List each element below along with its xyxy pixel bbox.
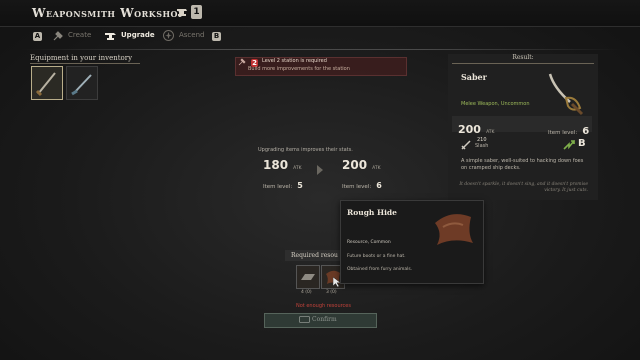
resource-count-hide: 3 (0) <box>326 290 337 295</box>
tooltip-item-name: Rough Hide <box>347 208 397 217</box>
result-item-type: Melee Weapon, Uncommon <box>461 101 530 107</box>
blade-icon <box>71 74 92 96</box>
result-atk-group: 200 ATK <box>458 118 495 137</box>
tooltip-item-type: Resource, Common <box>347 240 391 245</box>
result-level-group: Item level: 6 <box>548 119 589 138</box>
tab-ascend[interactable]: Ascend <box>179 31 204 39</box>
hammer-icon <box>53 31 63 41</box>
result-item-level: 6 <box>582 126 590 137</box>
station-level-badge: 1 <box>191 5 202 19</box>
inventory-divider <box>30 63 140 64</box>
next-stats: 200 ATK Item level: 6 <box>342 154 402 190</box>
current-atk: 180 <box>263 158 289 172</box>
scaling-grade: B <box>578 138 586 149</box>
ingot-icon <box>301 274 315 280</box>
page-title: Weaponsmith Workshop <box>32 6 185 20</box>
warning-subtitle: Build more improvements for the station <box>248 66 350 72</box>
next-item-level: 6 <box>376 181 382 190</box>
next-tab-key[interactable]: B <box>212 32 221 41</box>
inventory-slot-saber[interactable] <box>31 66 63 100</box>
damage-type: Slash <box>475 143 489 149</box>
warning-title: Level 2 station is required <box>262 58 327 64</box>
upgrade-info: Upgrading items improves their stats. <box>258 147 353 153</box>
tab-create[interactable]: Create <box>68 31 91 39</box>
current-atk-unit: ATK <box>293 166 302 171</box>
resource-count-ingot: 4 (0) <box>301 290 312 295</box>
keyboard-icon <box>299 316 310 323</box>
tab-divider <box>22 49 622 50</box>
result-flavor: It doesn't sparkle, it doesn't sing, and… <box>459 182 588 193</box>
result-atk: 200 <box>458 123 481 136</box>
inventory-label: Equipment in your inventory <box>30 54 133 62</box>
resource-status: Not enough resources <box>296 303 351 309</box>
hammer-warning-icon <box>238 58 246 66</box>
anvil-icon <box>177 9 187 16</box>
tooltip-line2: Obtained from furry animals. <box>347 267 413 272</box>
result-item-level-label: Item level: <box>548 130 578 136</box>
next-item-level-label: Item level: <box>342 184 372 190</box>
prev-tab-key[interactable]: A <box>33 32 42 41</box>
item-tooltip: Rough Hide Resource, Common Future boots… <box>340 200 484 284</box>
next-atk: 200 <box>342 158 368 172</box>
inventory-slot-blade[interactable] <box>66 66 98 100</box>
saber-icon <box>548 73 584 116</box>
slash-damage-icon <box>461 140 471 150</box>
tab-upgrade[interactable]: Upgrade <box>121 31 155 39</box>
result-item-name: Saber <box>461 72 487 82</box>
current-item-level: 5 <box>297 181 303 190</box>
confirm-button-label: Confirm <box>312 316 337 323</box>
required-resources-label: Required resou <box>291 252 338 259</box>
resource-slot-ingot[interactable] <box>296 265 320 289</box>
result-heading: Result: <box>512 54 534 61</box>
result-atk-unit: ATK <box>486 130 495 135</box>
result-divider <box>452 63 594 64</box>
tooltip-line1: Future boots or a fine hat. <box>347 254 406 259</box>
current-stats: 180 ATK Item level: 5 <box>263 154 323 190</box>
next-atk-unit: ATK <box>372 166 381 171</box>
cursor-icon <box>333 277 341 287</box>
scaling-arrow-icon <box>563 140 575 150</box>
current-item-level-label: Item level: <box>263 184 293 190</box>
hide-icon <box>435 214 473 245</box>
chevron-right-icon <box>317 165 323 175</box>
saber-icon <box>35 72 56 97</box>
result-description: A simple saber, well-suited to hacking d… <box>461 158 584 171</box>
star-icon <box>163 30 174 41</box>
anvil-tab-icon <box>105 33 116 40</box>
